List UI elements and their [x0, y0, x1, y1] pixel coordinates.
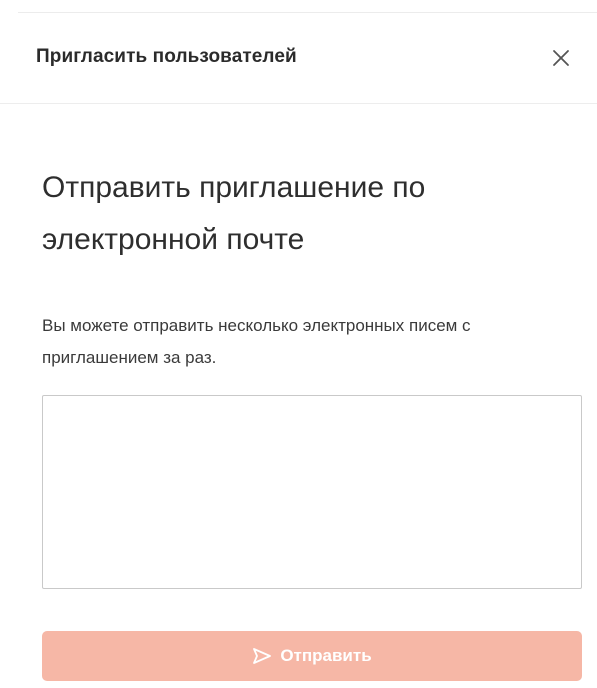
- dialog-title: Пригласить пользователей: [36, 46, 297, 67]
- dialog-header: Пригласить пользователей: [0, 13, 597, 104]
- send-icon: [252, 647, 272, 665]
- invite-users-dialog: Пригласить пользователей Отправить пригл…: [0, 0, 597, 688]
- section-heading: Отправить приглашение по электронной поч…: [42, 171, 426, 256]
- send-button[interactable]: Отправить: [42, 631, 582, 681]
- close-button[interactable]: [546, 43, 576, 73]
- section-description: Вы можете отправить несколько электронны…: [42, 316, 471, 367]
- send-button-label: Отправить: [280, 646, 372, 665]
- email-input[interactable]: [42, 395, 582, 589]
- close-icon: [546, 43, 576, 73]
